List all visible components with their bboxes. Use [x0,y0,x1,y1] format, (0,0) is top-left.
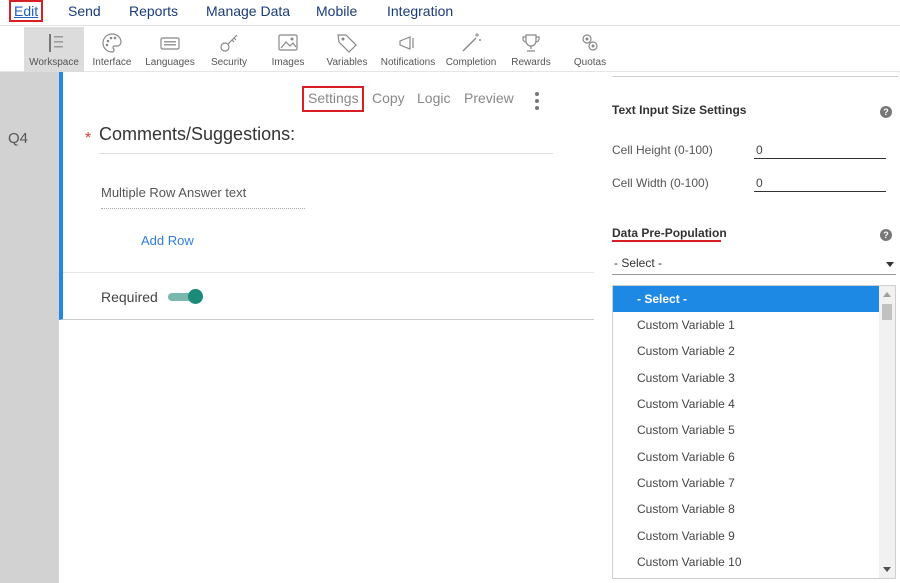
copy-action[interactable]: Copy [372,90,405,106]
option-custom-variable-1[interactable]: Custom Variable 1 [613,312,879,338]
menu-edit[interactable]: Edit [8,0,44,22]
settings-panel: Text Input Size Settings ? Cell Height (… [604,72,900,583]
logic-action[interactable]: Logic [417,90,450,106]
option-custom-variable-3[interactable]: Custom Variable 3 [613,365,879,391]
required-label: Required [101,289,158,305]
more-options-icon[interactable] [535,92,541,110]
menu-mobile[interactable]: Mobile [316,3,357,19]
tool-interface-label: Interface [92,57,132,68]
tool-quotas-label: Quotas [573,57,607,68]
dropdown-scrollbar[interactable] [879,286,895,578]
tool-variables-label: Variables [326,57,368,68]
required-asterisk: * [85,130,92,147]
tool-workspace-label: Workspace [29,57,79,68]
image-icon [278,34,298,51]
option-custom-variable-2[interactable]: Custom Variable 2 [613,338,879,364]
select-value: - Select - [614,256,663,270]
cell-width-input[interactable] [754,174,886,192]
option-select[interactable]: - Select - [613,286,879,312]
question-number-column: Q4 [0,72,59,583]
cell-width-label: Cell Width (0-100) [612,176,709,190]
tool-languages-label: Languages [145,57,195,68]
tool-completion-label: Completion [445,57,497,68]
cell-height-label: Cell Height (0-100) [612,143,713,157]
key-icon [220,34,238,52]
panel-top-divider [612,76,898,77]
answer-row-input[interactable]: Multiple Row Answer text [101,185,305,209]
tool-notifications[interactable]: Notifications [378,27,438,72]
preview-action[interactable]: Preview [464,90,514,106]
tool-quotas[interactable]: Quotas [560,27,620,72]
menu-manage-data[interactable]: Manage Data [206,3,290,19]
scroll-up-icon[interactable] [883,292,891,297]
help-icon[interactable]: ? [880,229,892,241]
question-card[interactable]: Settings Copy Logic Preview * Comments/S… [59,72,594,320]
option-custom-variable-9[interactable]: Custom Variable 9 [613,523,879,549]
option-custom-variable-6[interactable]: Custom Variable 6 [613,444,879,470]
text-input-size-title: Text Input Size Settings [612,103,747,117]
question-number: Q4 [8,130,29,147]
scrollbar-thumb[interactable] [882,304,892,320]
data-pre-population-title: Data Pre-Population [612,226,727,240]
magic-wand-icon [462,33,481,52]
tool-rewards-label: Rewards [511,57,551,68]
tool-images-label: Images [271,57,305,68]
data-pre-population-select[interactable]: - Select - [612,253,896,275]
card-divider [63,272,594,273]
menu-send[interactable]: Send [68,3,101,19]
option-custom-variable-4[interactable]: Custom Variable 4 [613,391,879,417]
tool-security[interactable]: Security [199,27,259,72]
toggle-knob [188,289,203,304]
caret-down-icon [886,262,894,267]
tool-rewards[interactable]: Rewards [501,27,561,72]
tool-languages[interactable]: Languages [140,27,200,72]
trophy-icon [522,34,540,52]
tool-security-label: Security [210,57,248,68]
menu-reports[interactable]: Reports [129,3,178,19]
tag-icon [337,34,357,53]
question-title[interactable]: Comments/Suggestions: [99,124,553,154]
edit-toolbar: Workspace Interface Languages Security I… [0,27,900,72]
cell-height-input[interactable] [754,141,886,159]
tool-interface[interactable]: Interface [82,27,142,72]
megaphone-icon [399,36,414,50]
top-menu-bar: Edit Send Reports Manage Data Mobile Int… [0,0,900,26]
workspace-empty-area [59,321,594,583]
tool-images[interactable]: Images [258,27,318,72]
dropdown-list: - Select - Custom Variable 1 Custom Vari… [612,285,896,579]
option-custom-variable-5[interactable]: Custom Variable 5 [613,417,879,443]
palette-icon [102,33,122,53]
tool-notifications-label: Notifications [380,57,436,68]
highlight-underline [612,240,721,242]
help-icon[interactable]: ? [880,106,892,118]
add-row-link[interactable]: Add Row [141,233,194,248]
option-custom-variable-8[interactable]: Custom Variable 8 [613,496,879,522]
settings-action[interactable]: Settings [302,86,364,112]
keyboard-icon [160,37,180,50]
tool-completion[interactable]: Completion [441,27,501,72]
scroll-down-icon[interactable] [883,567,891,572]
required-toggle[interactable] [168,289,203,304]
workspace-icon [49,34,63,52]
option-custom-variable-7[interactable]: Custom Variable 7 [613,470,879,496]
menu-integration[interactable]: Integration [387,3,453,19]
tool-workspace[interactable]: Workspace [24,27,84,72]
quotas-icon [582,34,598,51]
tool-variables[interactable]: Variables [317,27,377,72]
option-custom-variable-10[interactable]: Custom Variable 10 [613,549,879,575]
